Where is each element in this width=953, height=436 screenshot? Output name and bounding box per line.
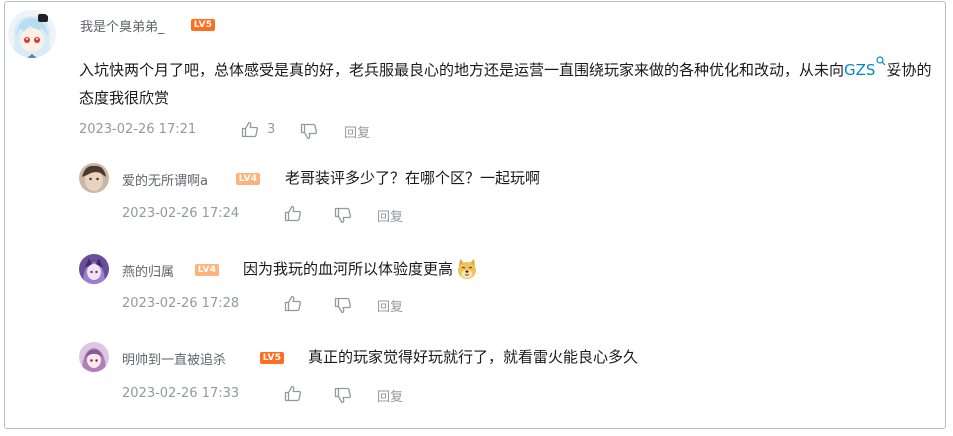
dislike-button[interactable] <box>334 297 352 314</box>
reply-content: 真正的玩家觉得好玩就行了，就看雷火能良心多久 <box>308 348 639 366</box>
reply-username[interactable]: 明帅到一直被追杀 <box>122 349 226 368</box>
dislike-button[interactable] <box>334 387 352 404</box>
search-icon <box>876 56 886 66</box>
comment-time: 2023-02-26 17:28 <box>122 296 240 311</box>
reply-button[interactable]: 回复 <box>344 122 370 141</box>
top-comment-content: 入坑快两个月了吧，总体感受是真的好，老兵服最良心的地方还是运营一直围绕玩家来做的… <box>79 56 939 112</box>
dislike-icon <box>300 123 317 140</box>
dislike-icon <box>334 297 351 314</box>
dislike-icon <box>334 207 351 224</box>
like-icon <box>284 385 301 402</box>
level-badge: LV4 <box>195 264 219 276</box>
level-badge: LV4 <box>236 173 260 185</box>
dislike-button[interactable] <box>300 123 318 140</box>
reply-username[interactable]: 燕的归属 <box>122 261 174 280</box>
reply-button[interactable]: 回复 <box>377 206 403 225</box>
like-button[interactable] <box>284 295 302 312</box>
like-count: 3 <box>267 122 276 137</box>
like-button[interactable] <box>284 205 302 222</box>
reply-content: 老哥装评多少了？在哪个区？一起玩啊 <box>285 169 541 187</box>
like-button[interactable]: 3 <box>241 121 275 138</box>
comment-time: 2023-02-26 17:33 <box>122 386 240 401</box>
top-comment-avatar[interactable] <box>8 10 56 58</box>
dislike-icon <box>334 387 351 404</box>
comment-time: 2023-02-26 17:24 <box>122 206 240 221</box>
like-icon <box>241 121 258 138</box>
reply-avatar[interactable] <box>79 254 109 284</box>
level-badge: LV5 <box>260 352 284 364</box>
avatar-image <box>79 254 109 284</box>
reply-button[interactable]: 回复 <box>377 296 403 315</box>
top-comment-username[interactable]: 我是个臭弟弟_ <box>80 16 165 35</box>
reply-content: 因为我玩的血河所以体验度更高 <box>243 255 478 283</box>
like-icon <box>284 295 301 312</box>
comment-time: 2023-02-26 17:21 <box>79 122 197 137</box>
like-icon <box>284 205 301 222</box>
reply-username[interactable]: 爱的无所谓啊a <box>122 170 208 189</box>
like-button[interactable] <box>284 385 302 402</box>
search-link[interactable]: GZS <box>844 56 886 79</box>
level-badge: LV5 <box>191 19 215 31</box>
doge-emoji <box>458 259 477 279</box>
reply-avatar[interactable] <box>79 163 109 193</box>
reply-button[interactable]: 回复 <box>377 386 403 405</box>
avatar-image <box>8 10 56 58</box>
avatar-image <box>79 163 109 193</box>
reply-avatar[interactable] <box>79 342 109 372</box>
dislike-button[interactable] <box>334 207 352 224</box>
avatar-image <box>79 342 109 372</box>
